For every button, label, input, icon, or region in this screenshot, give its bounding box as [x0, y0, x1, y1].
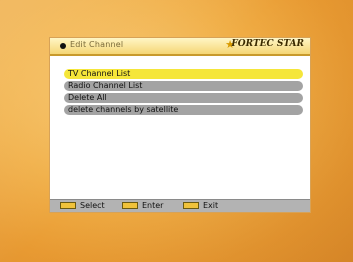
exit-hint-label: Exit: [203, 201, 219, 210]
menu-item-delete-all[interactable]: Delete All: [64, 93, 303, 103]
help-bar: Select Enter Exit: [50, 199, 310, 212]
enter-hint-label: Enter: [142, 201, 164, 210]
bullet-icon: [60, 43, 66, 49]
exit-hint[interactable]: Exit: [183, 201, 218, 210]
menu-item-radio-channel-list[interactable]: Radio Channel List: [64, 81, 303, 91]
menu-item-tv-channel-list[interactable]: TV Channel List: [64, 69, 303, 79]
enter-key-icon: [122, 202, 138, 209]
select-hint[interactable]: Select: [60, 201, 105, 210]
dialog-title: Edit Channel: [70, 40, 124, 49]
select-hint-label: Select: [80, 201, 105, 210]
exit-key-icon: [183, 202, 199, 209]
enter-hint[interactable]: Enter: [122, 201, 163, 210]
select-key-icon: [60, 202, 76, 209]
edit-channel-menu: TV Channel List Radio Channel List Delet…: [64, 69, 303, 117]
brand-logo: FORTEC STAR: [231, 39, 304, 49]
dialog-header: Edit Channel ★ FORTEC STAR: [50, 38, 310, 56]
menu-item-delete-by-satellite[interactable]: delete channels by satellite: [64, 105, 303, 115]
edit-channel-dialog: Edit Channel ★ FORTEC STAR TV Channel Li…: [50, 38, 310, 212]
